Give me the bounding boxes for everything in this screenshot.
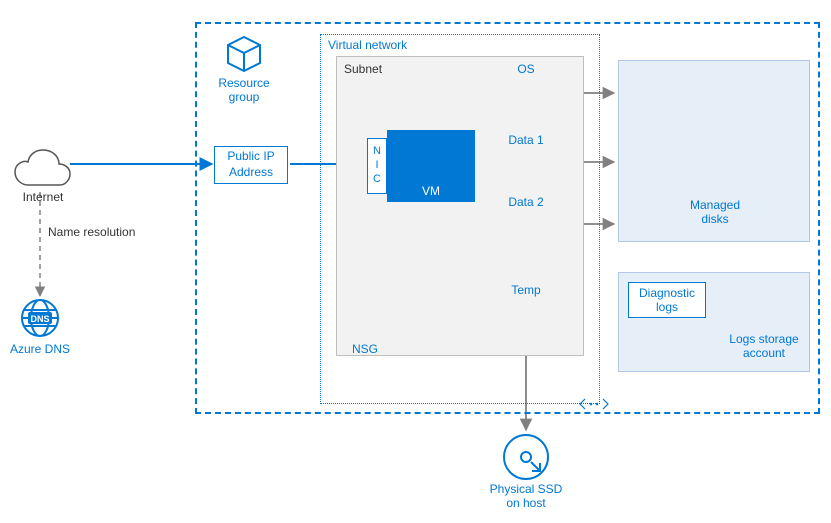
disk-data2-label: Data 2 [499, 195, 553, 209]
vm-box: VM [387, 130, 475, 202]
internet-cloud-icon [15, 150, 70, 185]
resource-group-label: Resource group [214, 76, 274, 104]
subnet-label: Subnet [344, 62, 382, 76]
disk-data1-label: Data 1 [499, 133, 553, 147]
virtual-network-label: Virtual network [328, 38, 407, 52]
svg-text:DNS: DNS [30, 314, 49, 324]
disk-temp-label: Temp [502, 283, 550, 297]
physical-ssd-icon [504, 435, 548, 479]
dns-globe-icon: DNS [22, 300, 58, 336]
internet-label: Internet [18, 190, 68, 204]
public-ip-box: Public IP Address [214, 146, 288, 184]
azure-dns-label: Azure DNS [8, 342, 72, 356]
vm-label: VM [422, 184, 440, 198]
logs-storage-label: Logs storage account [722, 332, 806, 360]
disk-os-label: OS [506, 62, 546, 76]
nsg-label: NSG [352, 342, 378, 356]
name-resolution-label: Name resolution [48, 225, 135, 239]
diagnostic-logs-box: Diagnostic logs [628, 282, 706, 318]
managed-disks-label: Managed disks [670, 198, 760, 226]
physical-ssd-label: Physical SSD on host [486, 482, 566, 510]
nic-box: NIC [367, 138, 387, 194]
